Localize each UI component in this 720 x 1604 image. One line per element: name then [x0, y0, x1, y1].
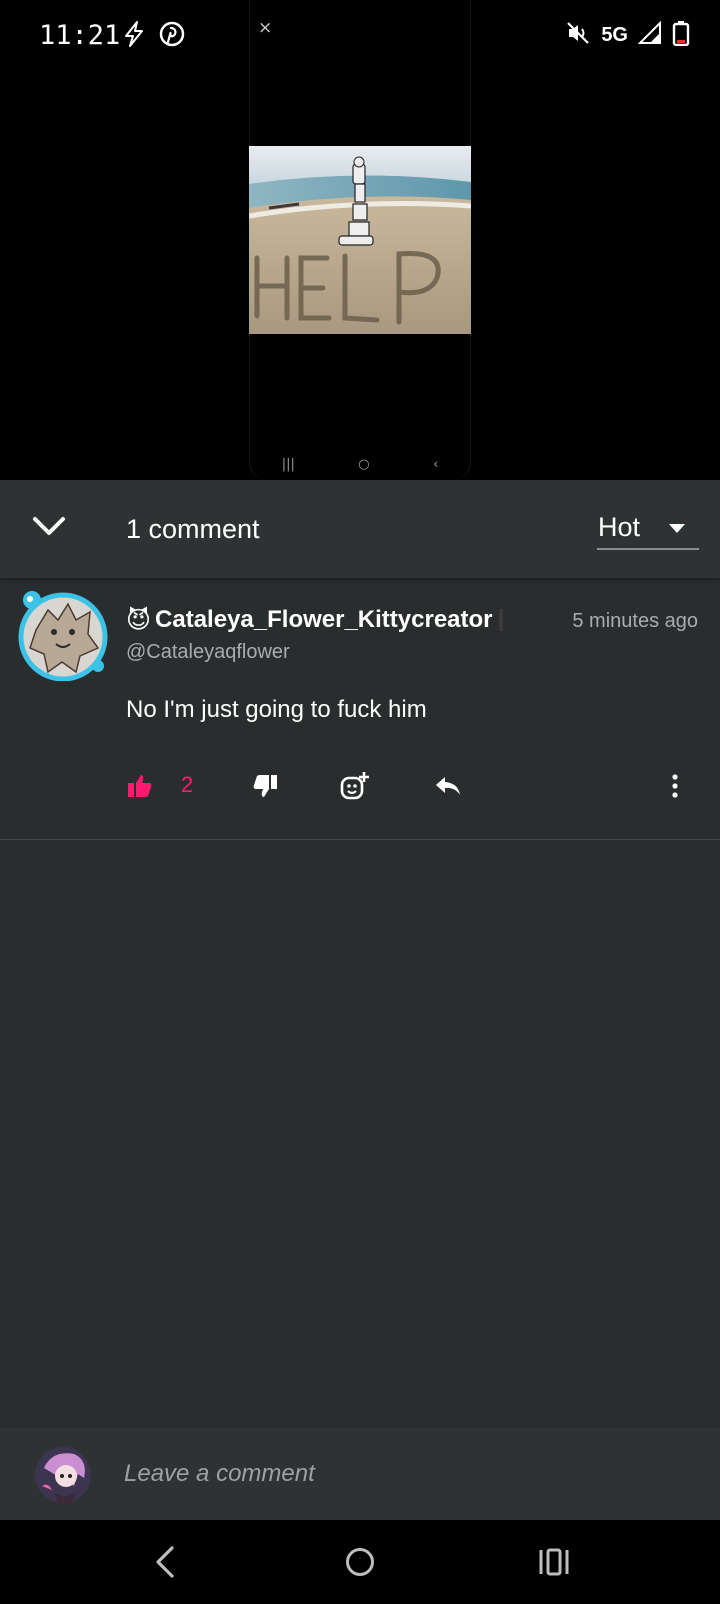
author-name[interactable]: Cataleya_Flower_Kittycreator	[155, 606, 492, 634]
beach-help-picture	[249, 146, 471, 334]
mini-home-icon: ○	[358, 457, 370, 472]
nav-home-button[interactable]	[338, 1542, 382, 1582]
sort-value: Hot	[598, 512, 641, 542]
add-emoji-icon	[340, 772, 369, 800]
comments-header: 1 comment Hot	[0, 480, 720, 578]
comment-timestamp: 5 minutes ago	[572, 610, 698, 632]
media-area: 11:21 5G × ||| ○ ‹	[0, 0, 720, 480]
like-button[interactable]	[122, 768, 158, 804]
mini-close-button[interactable]: ×	[258, 18, 272, 38]
more-options-button[interactable]	[667, 768, 683, 804]
comment-count: 1 comment	[126, 514, 260, 544]
comment-actions: 2	[0, 764, 720, 814]
post-image[interactable]	[249, 146, 471, 334]
avatar[interactable]	[18, 590, 109, 682]
mini-back-icon: ‹	[433, 457, 439, 472]
sort-dropdown[interactable]: Hot	[597, 508, 699, 550]
comment-text: No I'm just going to fuck him	[126, 696, 427, 723]
signal-icon	[637, 20, 662, 49]
pinterest-icon	[158, 20, 186, 52]
mini-recents-icon: |||	[281, 457, 295, 472]
caret-down-icon	[669, 524, 685, 533]
status-left-icons	[120, 20, 186, 52]
author-avatar-image	[18, 591, 108, 682]
status-right-icons: 5G	[565, 20, 690, 50]
comment-input-bar	[0, 1428, 720, 1520]
nav-back-button[interactable]	[143, 1542, 187, 1582]
current-user-avatar[interactable]	[34, 1446, 92, 1504]
back-icon	[156, 1546, 174, 1578]
dislike-button[interactable]	[247, 768, 283, 804]
flash-icon	[120, 20, 148, 52]
add-reaction-button[interactable]	[337, 768, 373, 804]
comment-input[interactable]	[124, 1454, 684, 1494]
reply-button[interactable]	[430, 768, 466, 804]
system-nav-bar	[0, 1520, 720, 1604]
comment-item: 😈 Cataleya_Flower_Kittycreator 5 minutes…	[0, 584, 720, 840]
mini-nav-bar: ||| ○ ‹	[250, 457, 470, 472]
network-type: 5G	[601, 23, 628, 46]
mute-icon	[565, 20, 591, 50]
thumbs-up-icon	[128, 775, 152, 797]
home-icon	[346, 1548, 374, 1576]
current-user-avatar-image	[35, 1447, 91, 1504]
author-handle[interactable]: @Cataleyaqflower	[126, 641, 290, 664]
status-time: 11:21	[39, 20, 121, 51]
more-vertical-icon	[672, 774, 678, 798]
chevron-down-icon	[33, 517, 65, 535]
author-flag-icon	[498, 609, 503, 631]
recents-icon	[539, 1548, 569, 1576]
reply-icon	[436, 777, 460, 795]
collapse-comments-button[interactable]	[28, 505, 70, 547]
thumbs-down-icon	[253, 775, 277, 797]
author-emoji: 😈	[126, 606, 152, 634]
like-count: 2	[181, 772, 194, 797]
battery-low-icon	[672, 20, 690, 50]
nav-recents-button[interactable]	[532, 1542, 576, 1582]
author-line: 😈 Cataleya_Flower_Kittycreator	[126, 606, 503, 634]
